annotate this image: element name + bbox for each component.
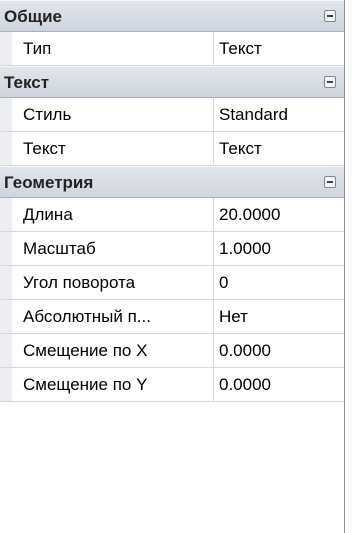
property-row-style[interactable]: Стиль Standard xyxy=(0,98,344,132)
property-value[interactable]: Standard xyxy=(215,98,344,131)
property-row-length[interactable]: Длина 20.0000 xyxy=(0,198,344,232)
property-name: Текст xyxy=(0,132,214,165)
property-value[interactable]: Текст xyxy=(215,132,344,165)
property-row-absolute[interactable]: Абсолютный п... Нет xyxy=(0,300,344,334)
property-row-text[interactable]: Текст Текст xyxy=(0,132,344,166)
property-name: Смещение по X xyxy=(0,334,214,367)
property-grid: Общие Тип Текст Текст Стиль Standard Тек… xyxy=(0,0,345,533)
property-value[interactable]: Текст xyxy=(215,32,344,65)
property-name: Тип xyxy=(0,32,214,65)
property-name: Смещение по Y xyxy=(0,368,214,401)
collapse-icon[interactable] xyxy=(324,176,336,188)
category-general[interactable]: Общие xyxy=(0,0,344,32)
property-value[interactable]: 0.0000 xyxy=(215,334,344,367)
property-name: Угол поворота xyxy=(0,266,214,299)
property-value[interactable]: Нет xyxy=(215,300,344,333)
category-title: Общие xyxy=(4,7,62,26)
collapse-icon[interactable] xyxy=(324,76,336,88)
category-title: Геометрия xyxy=(4,173,94,192)
category-title: Текст xyxy=(4,73,50,92)
property-name: Масштаб xyxy=(0,232,214,265)
property-value[interactable]: 0 xyxy=(215,266,344,299)
property-row-type[interactable]: Тип Текст xyxy=(0,32,344,66)
category-text[interactable]: Текст xyxy=(0,66,344,98)
category-geometry[interactable]: Геометрия xyxy=(0,166,344,198)
property-row-rotation[interactable]: Угол поворота 0 xyxy=(0,266,344,300)
property-row-offset-x[interactable]: Смещение по X 0.0000 xyxy=(0,334,344,368)
property-name: Стиль xyxy=(0,98,214,131)
property-value[interactable]: 1.0000 xyxy=(215,232,344,265)
property-value[interactable]: 0.0000 xyxy=(215,368,344,401)
property-row-scale[interactable]: Масштаб 1.0000 xyxy=(0,232,344,266)
collapse-icon[interactable] xyxy=(324,10,336,22)
property-row-offset-y[interactable]: Смещение по Y 0.0000 xyxy=(0,368,344,402)
property-name: Длина xyxy=(0,198,214,231)
property-name: Абсолютный п... xyxy=(0,300,214,333)
property-value[interactable]: 20.0000 xyxy=(215,198,344,231)
